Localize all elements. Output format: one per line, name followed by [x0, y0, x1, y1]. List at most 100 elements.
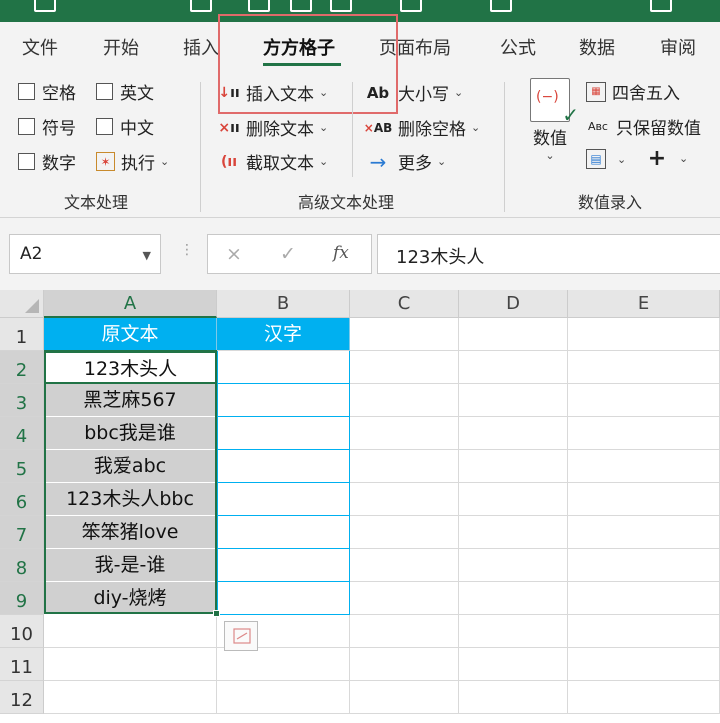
- cell-e4[interactable]: [568, 417, 720, 450]
- column-header-e[interactable]: E: [568, 290, 720, 318]
- quick-access-icon[interactable]: [330, 0, 352, 12]
- option-symbol[interactable]: 符号: [18, 114, 76, 139]
- cell-c9[interactable]: [350, 582, 459, 615]
- column-header-d[interactable]: D: [459, 290, 568, 318]
- cell-e2[interactable]: [568, 351, 720, 384]
- round-button[interactable]: ▦ 四舍五入: [586, 79, 680, 104]
- cell-d1[interactable]: [459, 318, 568, 351]
- cell-b4[interactable]: [217, 417, 350, 450]
- cell-d5[interactable]: [459, 450, 568, 483]
- cell-a5[interactable]: 我爱abc: [44, 450, 217, 483]
- cell-e3[interactable]: [568, 384, 720, 417]
- fill-handle[interactable]: [213, 610, 220, 617]
- cell-c11[interactable]: [350, 648, 459, 681]
- row-header-10[interactable]: 10: [0, 615, 44, 648]
- extract-text-button[interactable]: (ıı 截取文本 ⌄: [218, 149, 328, 175]
- option-english[interactable]: 英文: [96, 79, 154, 104]
- tab-fangfanggezi[interactable]: 方方格子: [263, 34, 335, 60]
- cell-d4[interactable]: [459, 417, 568, 450]
- more-button[interactable]: → 更多 ⌄: [364, 149, 447, 175]
- option-number[interactable]: 数字: [18, 149, 76, 174]
- checkbox-icon[interactable]: [18, 153, 35, 170]
- cell-c7[interactable]: [350, 516, 459, 549]
- cell-d8[interactable]: [459, 549, 568, 582]
- cell-a1[interactable]: 原文本: [44, 318, 217, 351]
- row-header-5[interactable]: 5: [0, 450, 44, 483]
- row-header-3[interactable]: 3: [0, 384, 44, 417]
- tab-file[interactable]: 文件: [22, 34, 58, 60]
- insert-text-button[interactable]: ↓ ıı 插入文本 ⌄: [218, 80, 328, 106]
- save-icon[interactable]: [34, 0, 56, 12]
- cell-e1[interactable]: [568, 318, 720, 351]
- cell-c5[interactable]: [350, 450, 459, 483]
- checkbox-icon[interactable]: [18, 83, 35, 100]
- cell-a2[interactable]: 123木头人: [44, 351, 217, 384]
- delete-spaces-button[interactable]: × AB 删除空格 ⌄: [364, 115, 480, 140]
- table-tool-button[interactable]: ▤ ⌄: [586, 149, 626, 169]
- cell-e7[interactable]: [568, 516, 720, 549]
- tab-home[interactable]: 开始: [103, 34, 139, 60]
- cell-b6[interactable]: [217, 483, 350, 516]
- function-icon[interactable]: fx: [333, 243, 349, 263]
- option-space[interactable]: 空格: [18, 79, 76, 104]
- name-box[interactable]: A2 ▼: [9, 234, 161, 274]
- cell-e10[interactable]: [568, 615, 720, 648]
- cell-d11[interactable]: [459, 648, 568, 681]
- cell-e9[interactable]: [568, 582, 720, 615]
- row-header-11[interactable]: 11: [0, 648, 44, 681]
- formula-input[interactable]: 123木头人: [377, 234, 720, 274]
- cell-a4[interactable]: bbc我是谁: [44, 417, 217, 450]
- cell-b1[interactable]: 汉字: [217, 318, 350, 351]
- cell-d2[interactable]: [459, 351, 568, 384]
- cell-d9[interactable]: [459, 582, 568, 615]
- row-header-8[interactable]: 8: [0, 549, 44, 582]
- checkbox-icon[interactable]: [96, 118, 113, 135]
- cell-e5[interactable]: [568, 450, 720, 483]
- cell-d10[interactable]: [459, 615, 568, 648]
- cell-c4[interactable]: [350, 417, 459, 450]
- tab-review[interactable]: 审阅: [660, 34, 696, 60]
- cell-b3[interactable]: [217, 384, 350, 417]
- row-header-4[interactable]: 4: [0, 417, 44, 450]
- tab-page-layout[interactable]: 页面布局: [379, 34, 451, 60]
- confirm-icon[interactable]: ✓: [280, 243, 296, 265]
- cell-a12[interactable]: [44, 681, 217, 714]
- execute-button[interactable]: ✶ 执行 ⌄: [96, 149, 169, 174]
- cell-e11[interactable]: [568, 648, 720, 681]
- column-header-b[interactable]: B: [217, 290, 350, 318]
- cell-c12[interactable]: [350, 681, 459, 714]
- case-button[interactable]: Ab 大小写 ⌄: [364, 80, 463, 106]
- drag-handle-icon[interactable]: ⋮: [180, 242, 194, 258]
- column-header-c[interactable]: C: [350, 290, 459, 318]
- cell-c1[interactable]: [350, 318, 459, 351]
- checkbox-icon[interactable]: [96, 83, 113, 100]
- cell-e8[interactable]: [568, 549, 720, 582]
- worksheet-grid[interactable]: A B C D E 1 2 3 4 5 6 7 8 9 10 11 12 原文本 汉字 123木头人 黑芝麻567 bbc…: [0, 290, 720, 723]
- option-chinese[interactable]: 中文: [96, 114, 154, 139]
- tab-insert[interactable]: 插入: [183, 34, 219, 60]
- cell-e6[interactable]: [568, 483, 720, 516]
- delete-text-button[interactable]: × ıı 删除文本 ⌄: [218, 115, 328, 141]
- cell-b11[interactable]: [217, 648, 350, 681]
- cell-e12[interactable]: [568, 681, 720, 714]
- quick-access-icon[interactable]: [400, 0, 422, 12]
- quick-analysis-icon[interactable]: [224, 621, 258, 651]
- cell-b9[interactable]: [217, 582, 350, 615]
- cell-b7[interactable]: [217, 516, 350, 549]
- keep-value-button[interactable]: Aʙᴄ 只保留数值: [586, 114, 701, 139]
- row-header-2[interactable]: 2: [0, 351, 44, 384]
- dropdown-triangle-icon[interactable]: ▼: [143, 249, 151, 262]
- quick-access-icon[interactable]: [650, 0, 672, 12]
- cell-b8[interactable]: [217, 549, 350, 582]
- select-all-corner[interactable]: [0, 290, 44, 318]
- cell-d3[interactable]: [459, 384, 568, 417]
- row-header-1[interactable]: 1: [0, 318, 44, 351]
- cell-d6[interactable]: [459, 483, 568, 516]
- cell-b2[interactable]: [217, 351, 350, 384]
- cell-a7[interactable]: 笨笨猪love: [44, 516, 217, 549]
- quick-access-icon[interactable]: [290, 0, 312, 12]
- numeric-button[interactable]: (−) ✓ 数值 ⌄: [524, 78, 579, 178]
- cell-b5[interactable]: [217, 450, 350, 483]
- cell-a8[interactable]: 我-是-谁: [44, 549, 217, 582]
- tab-formulas[interactable]: 公式: [500, 34, 536, 60]
